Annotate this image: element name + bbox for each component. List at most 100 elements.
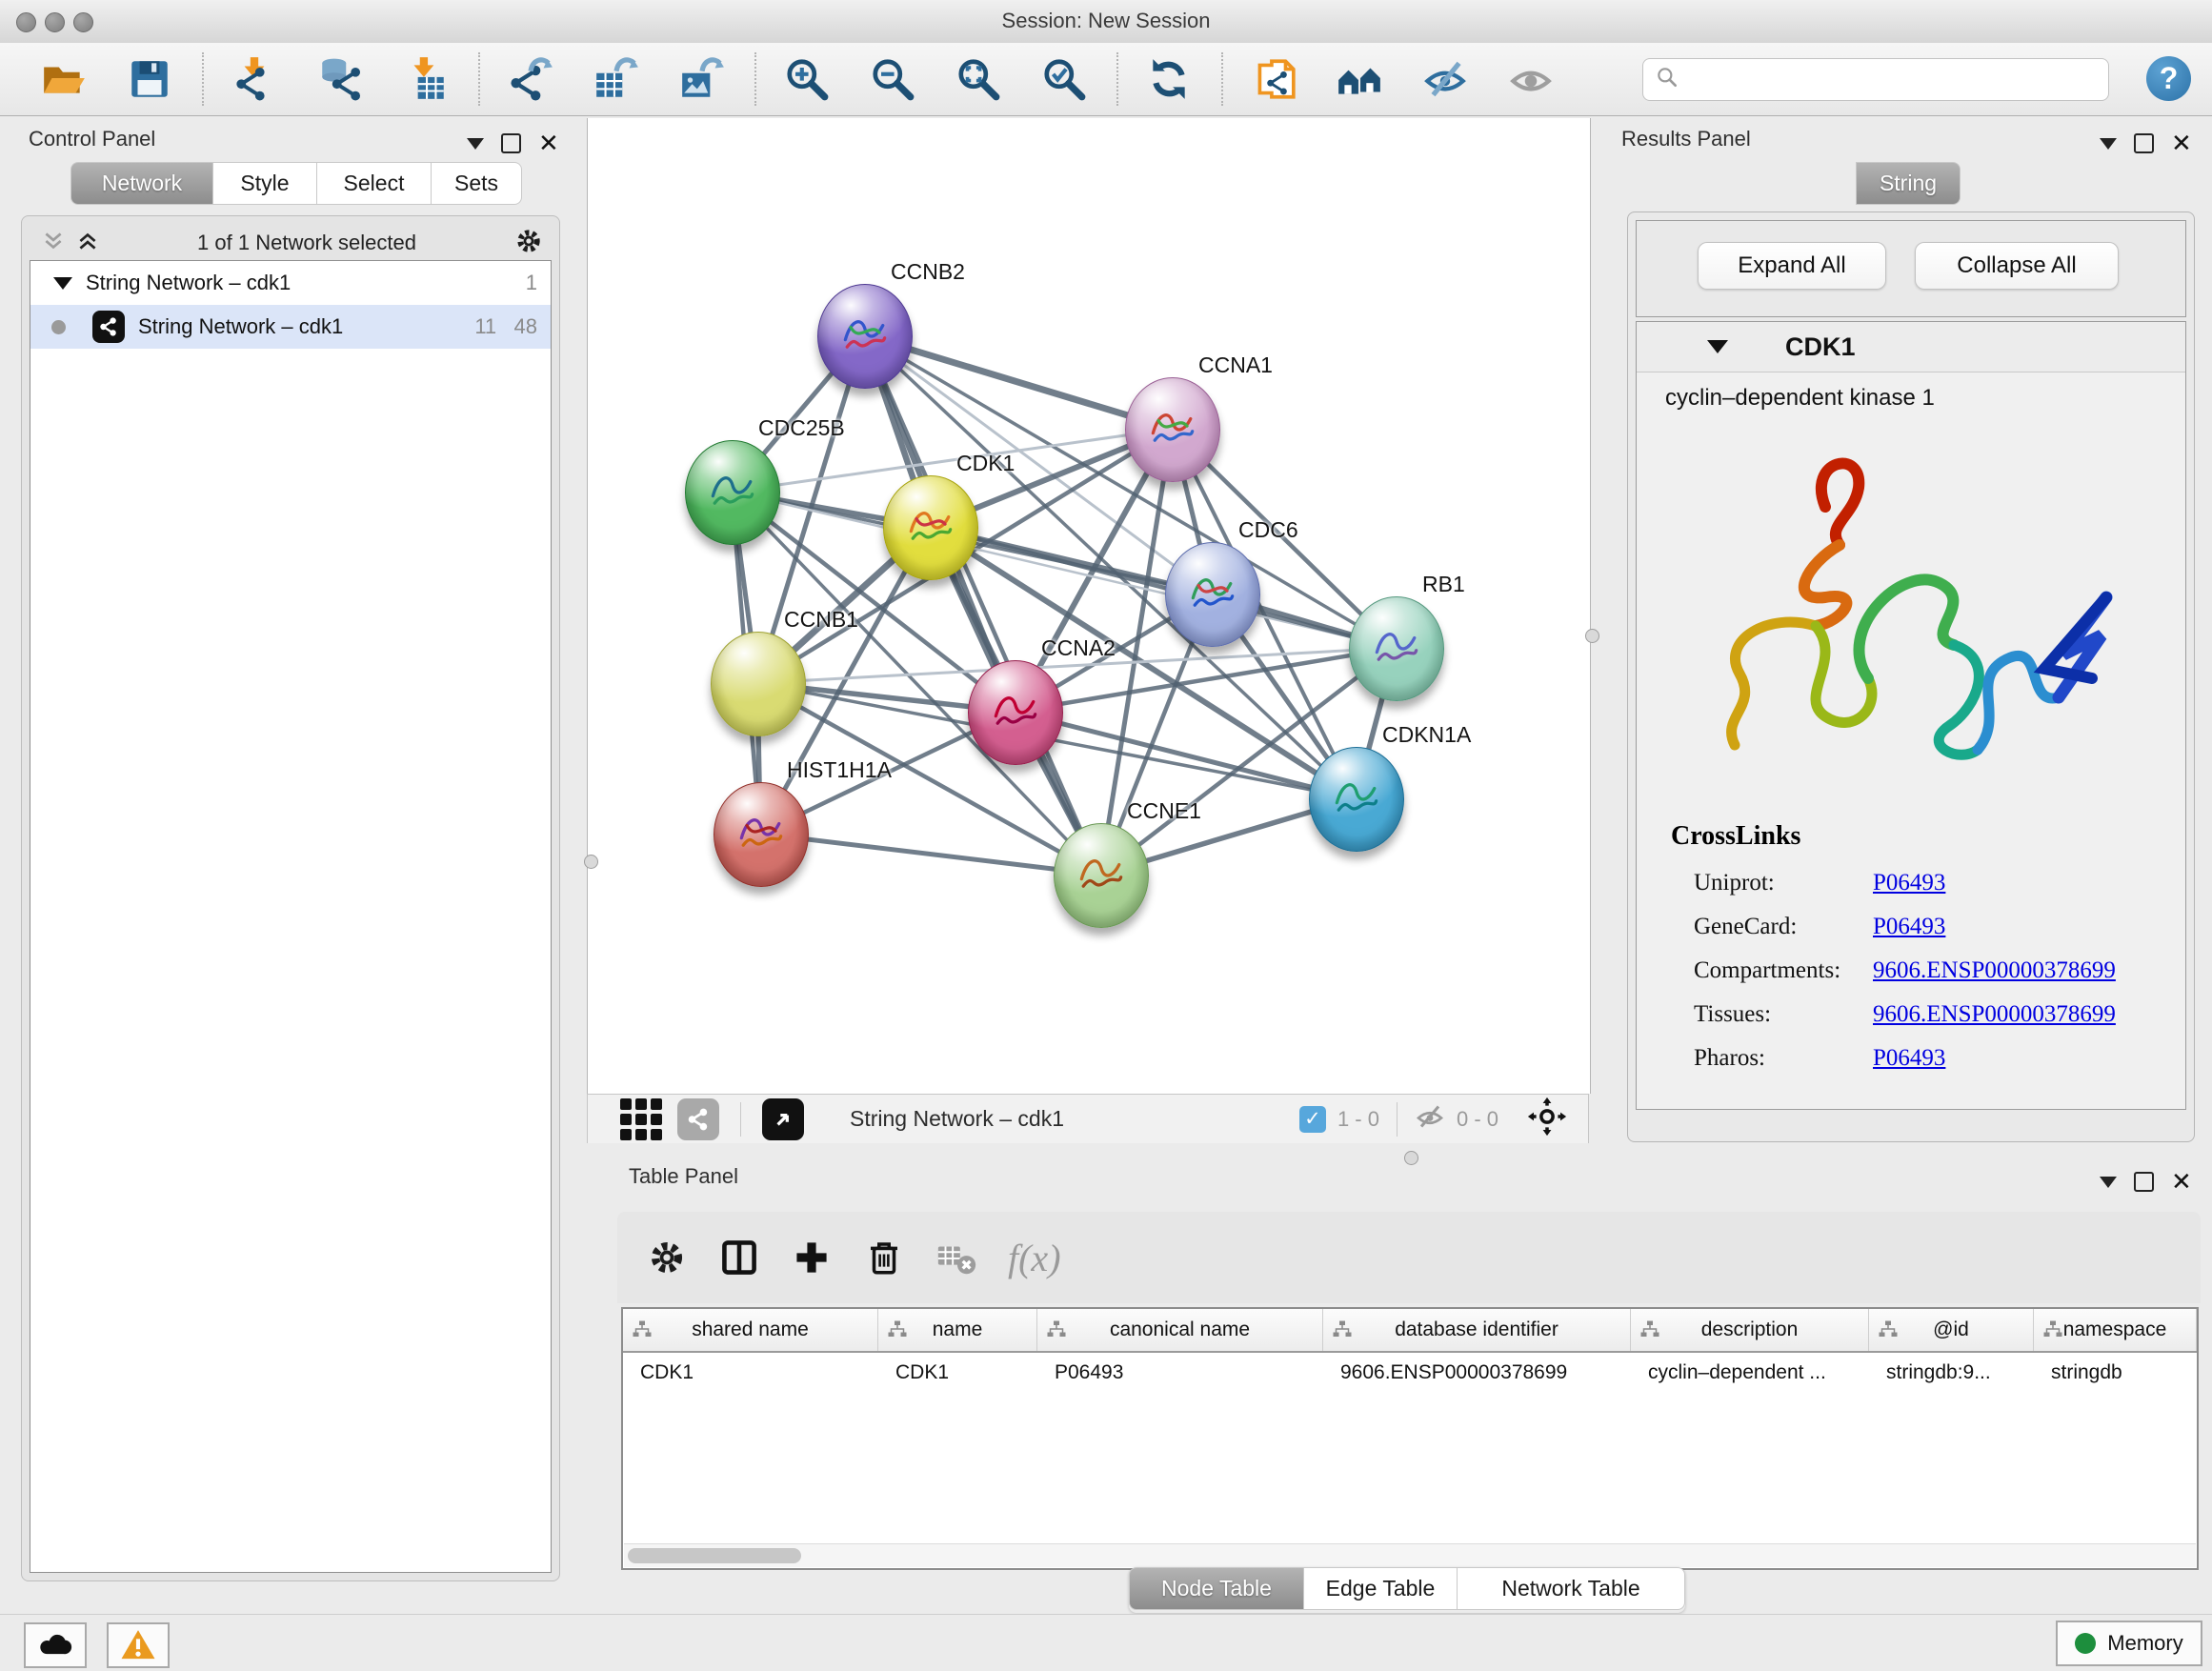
- network-options-gear-icon[interactable]: [513, 226, 544, 261]
- table-float-icon[interactable]: [2134, 1172, 2154, 1192]
- table-row[interactable]: CDK1CDK1P064939606.ENSP00000378699cyclin…: [623, 1353, 2197, 1393]
- network-node-ccna2[interactable]: [968, 660, 1063, 765]
- network-node-ccne1[interactable]: [1054, 823, 1149, 928]
- column-header-description[interactable]: description: [1631, 1309, 1869, 1351]
- tab-string[interactable]: String: [1856, 162, 1961, 205]
- panel-menu-icon[interactable]: [467, 138, 484, 150]
- gene-section-header[interactable]: CDK1: [1637, 322, 2185, 372]
- cell-description[interactable]: cyclin–dependent ...: [1631, 1361, 1869, 1384]
- cell-canonical-name[interactable]: P06493: [1037, 1361, 1323, 1384]
- save-session-icon[interactable]: [124, 53, 175, 105]
- crosslink-link[interactable]: P06493: [1873, 914, 1945, 940]
- panel-float-icon[interactable]: [501, 133, 521, 153]
- expand-all-button[interactable]: Expand All: [1698, 242, 1886, 290]
- tab-network[interactable]: Network: [70, 162, 213, 205]
- panel-close-icon[interactable]: ✕: [538, 135, 559, 151]
- clone-network-icon[interactable]: [1248, 53, 1299, 105]
- memory-button[interactable]: Memory: [2056, 1621, 2202, 1666]
- column-header-name[interactable]: name: [878, 1309, 1037, 1351]
- network-node-ccnb1[interactable]: [711, 632, 806, 736]
- results-panel-tabs: String: [1856, 162, 1961, 205]
- show-columns-icon[interactable]: [713, 1231, 766, 1284]
- search-field[interactable]: [1642, 58, 2109, 101]
- network-node-cdk1[interactable]: [883, 475, 978, 580]
- cell-name[interactable]: CDK1: [878, 1361, 1037, 1384]
- collapse-all-tree-icon[interactable]: [41, 229, 66, 258]
- import-table-icon[interactable]: [400, 53, 452, 105]
- column-header-shared-name[interactable]: shared name: [623, 1309, 878, 1351]
- cell-database-identifier[interactable]: 9606.ENSP00000378699: [1323, 1361, 1631, 1384]
- hidden-eye-icon[interactable]: [1413, 1099, 1447, 1138]
- tab-network-table[interactable]: Network Table: [1458, 1567, 1685, 1610]
- zoom-in-icon[interactable]: [781, 53, 833, 105]
- bottom-splitter-grip[interactable]: [1404, 1151, 1418, 1165]
- tab-style[interactable]: Style: [213, 162, 317, 205]
- refresh-icon[interactable]: [1143, 53, 1195, 105]
- string-view-icon[interactable]: [677, 1098, 719, 1140]
- tab-select[interactable]: Select: [317, 162, 432, 205]
- cell-shared-name[interactable]: CDK1: [623, 1361, 878, 1384]
- table-options-gear-icon[interactable]: [640, 1231, 694, 1284]
- left-splitter-grip[interactable]: [584, 855, 598, 869]
- export-network-icon[interactable]: [505, 53, 556, 105]
- section-expander-icon[interactable]: [1707, 340, 1728, 353]
- network-node-ccna1[interactable]: [1125, 377, 1220, 482]
- help-button[interactable]: ?: [2146, 56, 2191, 101]
- results-menu-icon[interactable]: [2100, 138, 2117, 150]
- import-network-icon[interactable]: [229, 53, 280, 105]
- crosslink-link[interactable]: P06493: [1873, 1045, 1945, 1072]
- string-home-icon[interactable]: [1334, 53, 1385, 105]
- tree-expander-icon[interactable]: [53, 277, 72, 290]
- birdseye-view-icon[interactable]: [762, 1098, 804, 1140]
- tab-node-table[interactable]: Node Table: [1129, 1567, 1304, 1610]
- column-header-namespace[interactable]: namespace: [2034, 1309, 2197, 1351]
- export-image-icon[interactable]: [676, 53, 728, 105]
- tab-edge-table[interactable]: Edge Table: [1304, 1567, 1458, 1610]
- network-node-hist1h1a[interactable]: [714, 782, 809, 887]
- zoom-fit-icon[interactable]: [953, 53, 1004, 105]
- export-table-icon[interactable]: [591, 53, 642, 105]
- column-header-canonical-name[interactable]: canonical name: [1037, 1309, 1323, 1351]
- zoom-out-icon[interactable]: [867, 53, 918, 105]
- warning-status-button[interactable]: [107, 1622, 170, 1668]
- delete-row-trash-icon[interactable]: [857, 1231, 911, 1284]
- right-splitter-grip[interactable]: [1585, 629, 1599, 643]
- network-collection-row[interactable]: String Network – cdk1 1: [30, 261, 551, 305]
- network-edge[interactable]: [864, 335, 1100, 875]
- network-node-rb1[interactable]: [1349, 596, 1444, 701]
- crosslink-link[interactable]: P06493: [1873, 870, 1945, 896]
- selected-checkbox-icon[interactable]: ✓: [1299, 1106, 1326, 1133]
- open-session-icon[interactable]: [38, 53, 90, 105]
- network-node-ccnb2[interactable]: [817, 284, 913, 389]
- table-menu-icon[interactable]: [2100, 1177, 2117, 1188]
- crosslink-link[interactable]: 9606.ENSP00000378699: [1873, 957, 2116, 984]
- column-header--id[interactable]: @id: [1869, 1309, 2034, 1351]
- network-node-cdc6[interactable]: [1165, 542, 1260, 647]
- import-database-icon[interactable]: [314, 53, 366, 105]
- add-column-icon[interactable]: [785, 1231, 838, 1284]
- pan-crosshair-icon[interactable]: [1527, 1097, 1567, 1141]
- network-row[interactable]: String Network – cdk1 11 48: [30, 305, 551, 349]
- cell--id[interactable]: stringdb:9...: [1869, 1361, 2034, 1384]
- crosslink-link[interactable]: 9606.ENSP00000378699: [1873, 1001, 2116, 1028]
- cloud-status-button[interactable]: [24, 1622, 87, 1668]
- cell-namespace[interactable]: stringdb: [2034, 1361, 2197, 1384]
- network-node-cdc25b[interactable]: [685, 440, 780, 545]
- network-node-cdkn1a[interactable]: [1309, 747, 1404, 852]
- search-input[interactable]: [1679, 69, 2108, 91]
- results-float-icon[interactable]: [2134, 133, 2154, 153]
- results-close-icon[interactable]: ✕: [2171, 135, 2192, 151]
- hide-selected-icon[interactable]: [1419, 53, 1471, 105]
- zoom-selected-icon[interactable]: [1038, 53, 1090, 105]
- show-all-icon[interactable]: [1505, 53, 1557, 105]
- collapse-all-button[interactable]: Collapse All: [1915, 242, 2119, 290]
- column-header-database-identifier[interactable]: database identifier: [1323, 1309, 1631, 1351]
- table-close-icon[interactable]: ✕: [2171, 1174, 2192, 1190]
- grid-view-icon[interactable]: [620, 1098, 662, 1140]
- network-canvas[interactable]: CCNB2CCNA1CDC25BCDK1CDC6RB1CCNB1CCNA2CDK…: [587, 118, 1591, 1094]
- scrollbar-thumb[interactable]: [628, 1548, 801, 1563]
- network-edge[interactable]: [760, 834, 1100, 875]
- horizontal-scrollbar[interactable]: [624, 1543, 2196, 1567]
- expand-all-tree-icon[interactable]: [75, 229, 100, 258]
- tab-sets[interactable]: Sets: [432, 162, 522, 205]
